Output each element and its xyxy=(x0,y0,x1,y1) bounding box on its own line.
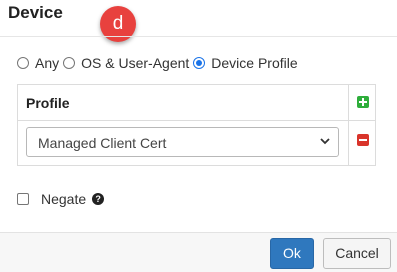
radio-any[interactable] xyxy=(17,57,29,69)
plus-icon[interactable] xyxy=(357,96,369,108)
profile-table-column-divider xyxy=(348,85,349,165)
negate-row: Negate ? xyxy=(17,191,105,207)
negate-label[interactable]: Negate xyxy=(41,191,86,207)
radio-device-profile[interactable] xyxy=(193,57,206,69)
profile-select[interactable]: Managed Client Cert xyxy=(26,127,339,157)
title-divider xyxy=(0,36,397,37)
radio-os-user-agent-label[interactable]: OS & User-Agent xyxy=(81,55,189,71)
profile-table-row-divider xyxy=(18,120,375,121)
profile-column-header: Profile xyxy=(26,95,70,111)
negate-checkbox[interactable] xyxy=(17,193,29,205)
radio-device-profile-label[interactable]: Device Profile xyxy=(211,55,297,71)
chevron-down-icon xyxy=(320,138,330,145)
question-icon[interactable]: ? xyxy=(92,193,105,205)
radio-any-label[interactable]: Any xyxy=(35,55,59,71)
device-dialog: Device d Any OS & User-Agent Device Prof… xyxy=(0,0,397,272)
match-mode-group: Any OS & User-Agent Device Profile xyxy=(17,55,302,71)
dialog-title: Device xyxy=(8,3,63,22)
cancel-button[interactable]: Cancel xyxy=(323,238,391,269)
profile-table: Profile Managed Client Cert xyxy=(17,84,376,166)
ok-button[interactable]: Ok xyxy=(270,238,314,269)
radio-os-user-agent[interactable] xyxy=(63,57,76,69)
minus-icon[interactable] xyxy=(357,134,369,146)
profile-select-value: Managed Client Cert xyxy=(38,135,167,151)
